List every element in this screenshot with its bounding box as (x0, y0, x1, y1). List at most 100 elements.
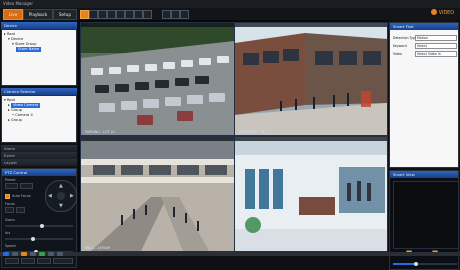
ptz-action-3-button[interactable] (37, 258, 51, 264)
player-video[interactable] (393, 181, 459, 249)
video-grid: PARKING - LOT 01 ENTRANCE - 01 MALL - AT… (78, 20, 388, 252)
fullscreen-icon[interactable] (143, 10, 152, 19)
detection-type-row: Detection Type Motion (393, 35, 457, 41)
start-button[interactable] (3, 252, 9, 256)
tree-item-label: Root (6, 32, 16, 36)
taskbar-folder-icon[interactable] (48, 252, 54, 256)
taskbar-media-icon[interactable] (30, 252, 36, 256)
player-progress-fill (393, 263, 416, 265)
preset-select[interactable] (5, 183, 18, 189)
tree-item-label: Root (6, 98, 16, 102)
keyword-row: Keyword Select (393, 43, 457, 49)
camera-tile-1[interactable]: PARKING - LOT 01 (80, 22, 235, 136)
right-sidebar: Smart Find Detection Type Motion Keyword… (388, 20, 460, 270)
zoom-slider-knob[interactable] (40, 224, 45, 228)
ptz-right-icon[interactable]: ▶ (70, 193, 74, 199)
toolbar-icons (80, 9, 210, 19)
brand-icon (430, 9, 437, 15)
brand-logo: VIDEO (430, 9, 454, 19)
video-label: Video (393, 52, 402, 56)
preset-go-button[interactable] (20, 183, 33, 189)
video-row: Video Select Video In (393, 51, 457, 57)
camera-caption: ENTRANCE - 01 (239, 130, 266, 134)
device-tree: ▸ Root ▾ Device ▾ Store Group Store Name (2, 30, 76, 54)
tree-item-label: Camera 4 (15, 113, 33, 117)
camera-caption: STORE - 02 (239, 246, 259, 250)
camera-tree: ▾ Root ▸ Video Camera ▸ Group • Camera 4… (2, 96, 76, 125)
camera-tile-header (235, 23, 387, 27)
layout-1x1-icon[interactable] (80, 10, 89, 19)
focus-near-button[interactable] (5, 207, 14, 213)
keyword-label: Keyword (393, 44, 407, 48)
tab-live[interactable]: Live (3, 9, 23, 20)
camera-feed-store (235, 137, 387, 251)
snapshot-icon[interactable] (162, 10, 171, 19)
player-panel-header[interactable]: Smart View (390, 171, 458, 178)
camera-tile-header (81, 23, 234, 27)
tree-item-label: Group (10, 108, 22, 112)
layout-panel-header[interactable]: Layout (1, 159, 77, 166)
layout-5x5-icon[interactable] (116, 10, 125, 19)
video-select[interactable]: Select Video In (415, 51, 457, 57)
camera-panel: ▾ Root ▸ Video Camera ▸ Group • Camera 4… (1, 95, 77, 143)
focus-label: Focus (5, 202, 15, 206)
auto-focus-checkbox[interactable] (5, 194, 10, 199)
camera-tile-header (81, 137, 234, 141)
layout-2x2-icon[interactable] (89, 10, 98, 19)
record-icon[interactable] (171, 10, 180, 19)
tree-item[interactable]: ▸ Group (4, 118, 74, 123)
ptz-action-4-button[interactable] (53, 258, 73, 264)
ptz-joystick[interactable]: ▲ ▼ ◀ ▶ (45, 180, 77, 212)
devices-panel-header[interactable]: Device (1, 22, 77, 29)
camera-feed-street (235, 23, 387, 135)
taskbar-app-icon[interactable] (21, 252, 27, 256)
camera-tile-4[interactable]: STORE - 02 (234, 136, 388, 252)
tree-item-label: Group (10, 118, 22, 122)
devices-panel: ▸ Root ▾ Device ▾ Store Group Store Name (1, 29, 77, 86)
layout-custom-icon[interactable] (134, 10, 143, 19)
tab-playback[interactable]: Playback (23, 9, 53, 20)
camera-tile-header (235, 137, 387, 141)
speed-label: Speed (5, 244, 16, 248)
zoom-slider[interactable] (5, 224, 73, 228)
ptz-action-1-button[interactable] (5, 258, 19, 264)
event-panel-header[interactable]: Event (1, 152, 77, 159)
player-progress-knob[interactable] (414, 262, 418, 266)
camera-panel-header[interactable]: Camera Selector (1, 88, 77, 95)
tab-setup[interactable]: Setup (53, 9, 77, 20)
ptz-left-icon[interactable]: ◀ (48, 193, 52, 199)
camera-tile-3[interactable]: MALL - ATRIUM (80, 136, 235, 252)
tree-item-selected[interactable]: Store Name (4, 47, 74, 52)
ptz-panel-header[interactable]: PTZ Control (2, 169, 76, 176)
ptz-up-icon[interactable]: ▲ (59, 183, 63, 189)
layout-4x4-icon[interactable] (107, 10, 116, 19)
focus-far-button[interactable] (16, 207, 25, 213)
layout-3x3-icon[interactable] (98, 10, 107, 19)
player-progress[interactable] (393, 262, 457, 266)
search-panel: Smart Find Detection Type Motion Keyword… (389, 22, 459, 168)
search-panel-header[interactable]: Smart Find (390, 23, 458, 30)
taskbar-explorer-icon[interactable] (12, 252, 18, 256)
taskbar-settings-icon[interactable] (57, 252, 63, 256)
camera-feed-mall (81, 137, 234, 251)
camera-tile-2[interactable]: ENTRANCE - 01 (234, 22, 388, 136)
audio-icon[interactable] (180, 10, 189, 19)
detection-type-label: Detection Type (393, 36, 417, 40)
window-titlebar: Video Manager (0, 0, 460, 8)
preset-label: Preset (5, 178, 16, 182)
keyword-select[interactable]: Select (415, 43, 457, 49)
alarm-panel-header[interactable]: Alarm (1, 145, 77, 152)
taskbar-chat-icon[interactable] (39, 252, 45, 256)
tree-item-label: Store Group (14, 42, 37, 46)
detection-type-select[interactable]: Motion (415, 35, 457, 41)
tree-item-label: Store Name (16, 47, 42, 52)
layout-6x6-icon[interactable] (125, 10, 134, 19)
iris-slider-knob[interactable] (30, 237, 35, 241)
auto-focus-row[interactable]: Auto Focus (5, 194, 43, 199)
ptz-down-icon[interactable]: ▼ (59, 203, 63, 209)
ptz-action-2-button[interactable] (21, 258, 35, 264)
iris-slider[interactable] (5, 237, 73, 241)
taskbar (0, 252, 460, 256)
window-title: Video Manager (3, 1, 34, 6)
ptz-center-icon[interactable] (57, 192, 65, 200)
